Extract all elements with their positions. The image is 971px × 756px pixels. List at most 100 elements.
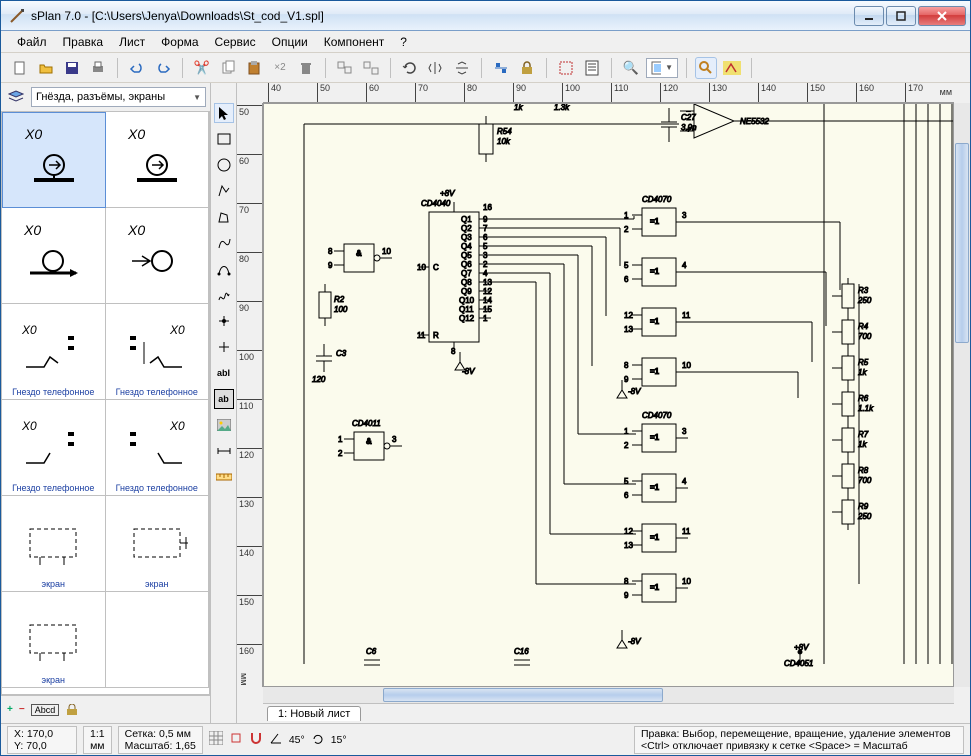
paste-icon[interactable] xyxy=(243,57,265,79)
component-cell[interactable]: X0 xyxy=(106,112,210,208)
ratio: 1:1 xyxy=(90,728,105,740)
svg-text:8: 8 xyxy=(624,577,629,586)
schematic-canvas[interactable]: 1k 1.3k R54 10k C27 3. xyxy=(263,103,954,687)
open-icon[interactable] xyxy=(35,57,57,79)
copy-icon[interactable] xyxy=(217,57,239,79)
svg-text:R7: R7 xyxy=(858,430,869,439)
find-icon[interactable]: 🔍 xyxy=(620,57,642,79)
svg-text:C6: C6 xyxy=(366,647,377,656)
save-icon[interactable] xyxy=(61,57,83,79)
layer-combo[interactable]: ▼ xyxy=(646,58,678,78)
svg-text:=1: =1 xyxy=(650,483,660,492)
poly-closed-tool[interactable] xyxy=(214,207,234,227)
cut-icon[interactable]: ✂️ xyxy=(191,57,213,79)
snap-icon[interactable] xyxy=(229,731,243,748)
poly-tool[interactable] xyxy=(214,181,234,201)
svg-text:10: 10 xyxy=(682,361,691,370)
svg-text:13: 13 xyxy=(624,325,633,334)
library-selector[interactable]: Гнёзда, разъёмы, экраны▼ xyxy=(31,87,206,107)
menu-sheet[interactable]: Лист xyxy=(111,33,153,51)
svg-text:Q10: Q10 xyxy=(459,296,475,305)
svg-text:11: 11 xyxy=(682,311,691,320)
svg-text:1.3k: 1.3k xyxy=(554,104,570,112)
textbox-tool[interactable]: ab xyxy=(214,389,234,409)
select-rect-icon[interactable] xyxy=(555,57,577,79)
flip-v-icon[interactable] xyxy=(451,57,473,79)
component-cell[interactable]: X0 Гнездо телефонное xyxy=(2,304,106,400)
menu-options[interactable]: Опции xyxy=(264,33,316,51)
svg-text:C16: C16 xyxy=(514,647,529,656)
component-cell[interactable]: экран xyxy=(106,496,210,592)
circle-tool[interactable] xyxy=(214,155,234,175)
zoom-icon[interactable] xyxy=(695,57,717,79)
highlight-icon[interactable] xyxy=(721,57,743,79)
rotate-step-icon[interactable] xyxy=(311,731,325,748)
svg-text:=1: =1 xyxy=(650,367,660,376)
freehand-tool[interactable] xyxy=(214,285,234,305)
svg-text:10: 10 xyxy=(682,577,691,586)
minimize-button[interactable] xyxy=(854,6,884,26)
bezier-tool[interactable] xyxy=(214,259,234,279)
undo-icon[interactable] xyxy=(126,57,148,79)
sheet-tab[interactable]: 1: Новый лист xyxy=(267,706,361,721)
lock-icon[interactable] xyxy=(516,57,538,79)
component-cell[interactable]: X0 xyxy=(106,208,210,304)
redo-icon[interactable] xyxy=(152,57,174,79)
menu-edit[interactable]: Правка xyxy=(55,33,112,51)
menu-shape[interactable]: Форма xyxy=(153,33,206,51)
component-cell[interactable] xyxy=(106,592,210,688)
delete-icon[interactable] xyxy=(295,57,317,79)
rotate-icon[interactable] xyxy=(399,57,421,79)
sheet-tabs: 1: Новый лист xyxy=(263,703,954,723)
measure-tool[interactable] xyxy=(214,467,234,487)
curve-tool[interactable] xyxy=(214,233,234,253)
svg-text:11: 11 xyxy=(682,527,691,536)
image-tool[interactable] xyxy=(214,415,234,435)
new-icon[interactable] xyxy=(9,57,31,79)
angle-tool-icon[interactable] xyxy=(269,731,283,748)
component-cell[interactable]: X0 Гнездо телефонное xyxy=(106,304,210,400)
menu-service[interactable]: Сервис xyxy=(207,33,264,51)
magnet-icon[interactable] xyxy=(249,731,263,748)
text-tool[interactable]: abI xyxy=(214,363,234,383)
svg-text:Q9: Q9 xyxy=(461,287,472,296)
dimension-tool[interactable] xyxy=(214,441,234,461)
svg-text:X0: X0 xyxy=(169,323,185,337)
svg-text:CD4070: CD4070 xyxy=(642,411,672,420)
angle-15: 15° xyxy=(331,734,347,746)
arrow-tool[interactable] xyxy=(214,103,234,123)
rect-tool[interactable] xyxy=(214,129,234,149)
close-button[interactable] xyxy=(918,6,966,26)
list-icon[interactable] xyxy=(581,57,603,79)
print-icon[interactable] xyxy=(87,57,109,79)
svg-text:X0: X0 xyxy=(23,222,41,238)
horizontal-scrollbar[interactable] xyxy=(263,687,954,703)
svg-text:9: 9 xyxy=(624,591,629,600)
component-cell[interactable]: экран xyxy=(2,592,106,688)
ungroup-icon[interactable] xyxy=(360,57,382,79)
align-icon[interactable] xyxy=(490,57,512,79)
menu-file[interactable]: Файл xyxy=(9,33,55,51)
library-icon[interactable] xyxy=(5,86,27,108)
maximize-button[interactable] xyxy=(886,6,916,26)
component-cell[interactable]: X0 Гнездо телефонное xyxy=(2,400,106,496)
point-tool[interactable] xyxy=(214,311,234,331)
vertical-scrollbar[interactable] xyxy=(954,103,970,687)
component-cell[interactable]: экран xyxy=(2,496,106,592)
component-cell[interactable]: X0 Гнездо телефонное xyxy=(106,400,210,496)
menu-help[interactable]: ? xyxy=(392,33,415,51)
duplicate-icon[interactable]: ×2 xyxy=(269,57,291,79)
menu-component[interactable]: Компонент xyxy=(316,33,393,51)
flip-h-icon[interactable] xyxy=(425,57,447,79)
svg-text:Q7: Q7 xyxy=(461,269,472,278)
plus-icon[interactable]: + xyxy=(7,704,13,715)
svg-text:Q11: Q11 xyxy=(459,305,474,314)
component-cell[interactable]: X0 xyxy=(2,208,106,304)
svg-text:R54: R54 xyxy=(497,127,512,136)
menubar: Файл Правка Лист Форма Сервис Опции Комп… xyxy=(1,31,970,53)
junction-tool[interactable] xyxy=(214,337,234,357)
grid-toggle-icon[interactable] xyxy=(209,731,223,748)
group-icon[interactable] xyxy=(334,57,356,79)
component-cell[interactable]: X0 xyxy=(2,112,106,208)
svg-text:Q6: Q6 xyxy=(461,260,472,269)
